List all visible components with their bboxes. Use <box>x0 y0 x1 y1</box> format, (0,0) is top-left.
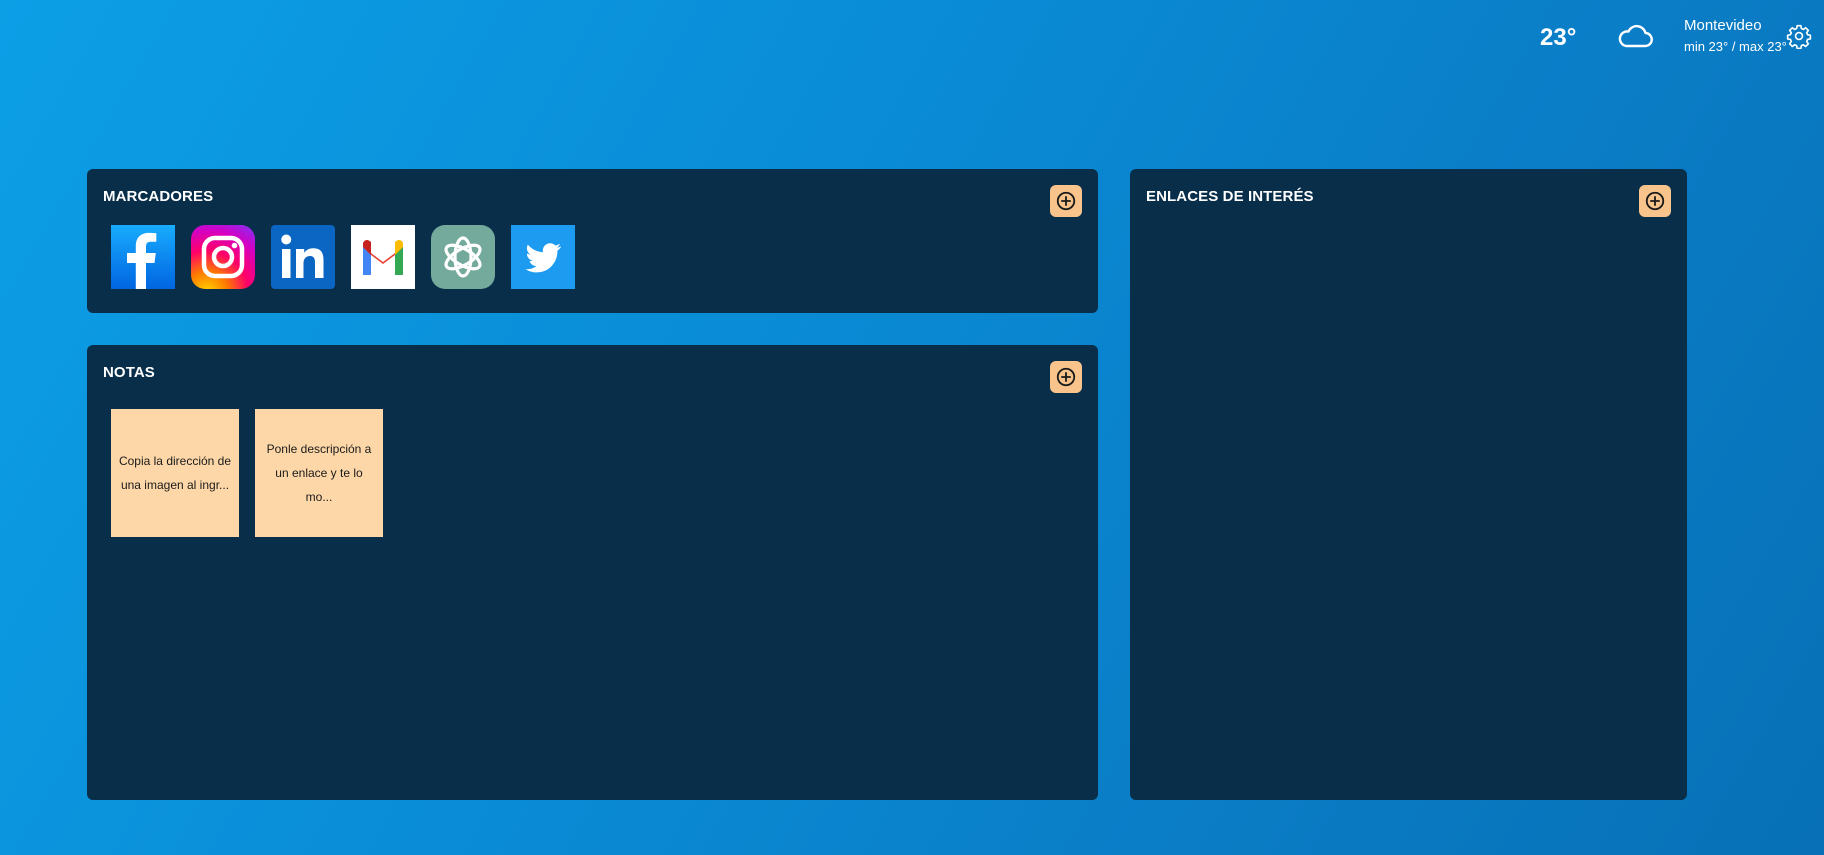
twitter-icon <box>511 225 575 289</box>
note-card[interactable]: Ponle descripción a un enlace y te lo mo… <box>255 409 383 537</box>
cloud-icon <box>1616 22 1654 50</box>
add-bookmark-button[interactable] <box>1050 185 1082 217</box>
instagram-bookmark[interactable] <box>191 225 255 289</box>
weather-temperature: 23° <box>1540 24 1577 51</box>
notes-panel: NOTAS Copia la dirección de una imagen a… <box>87 345 1098 800</box>
facebook-bookmark[interactable] <box>111 225 175 289</box>
links-title: ENLACES DE INTERÉS <box>1146 188 1314 205</box>
plus-circle-icon <box>1056 367 1076 387</box>
linkedin-icon <box>271 225 335 289</box>
gmail-bookmark[interactable] <box>351 225 415 289</box>
twitter-bookmark[interactable] <box>511 225 575 289</box>
weather-city: Montevideo <box>1684 17 1762 34</box>
gear-icon[interactable] <box>1786 23 1812 50</box>
bookmarks-title: MARCADORES <box>103 188 214 205</box>
add-link-button[interactable] <box>1639 185 1671 217</box>
bookmarks-panel: MARCADORES <box>87 169 1098 313</box>
chatgpt-bookmark[interactable] <box>431 225 495 289</box>
chatgpt-icon <box>431 225 495 289</box>
note-text: Copia la dirección de una imagen al ingr… <box>118 454 232 492</box>
add-note-button[interactable] <box>1050 361 1082 393</box>
note-card[interactable]: Copia la dirección de una imagen al ingr… <box>111 409 239 537</box>
bookmarks-list <box>111 225 575 289</box>
note-text: Ponle descripción a un enlace y te lo mo… <box>266 442 372 504</box>
gmail-icon <box>351 225 415 289</box>
notes-list: Copia la dirección de una imagen al ingr… <box>111 409 383 537</box>
weather-widget: 23° Montevideo min 23° / max 23° <box>1524 14 1824 58</box>
instagram-icon <box>191 225 255 289</box>
linkedin-bookmark[interactable] <box>271 225 335 289</box>
weather-minmax: min 23° / max 23° <box>1684 39 1787 54</box>
links-panel: ENLACES DE INTERÉS <box>1130 169 1687 800</box>
plus-circle-icon <box>1645 191 1665 211</box>
notes-title: NOTAS <box>103 364 155 381</box>
facebook-icon <box>111 225 175 289</box>
plus-circle-icon <box>1056 191 1076 211</box>
